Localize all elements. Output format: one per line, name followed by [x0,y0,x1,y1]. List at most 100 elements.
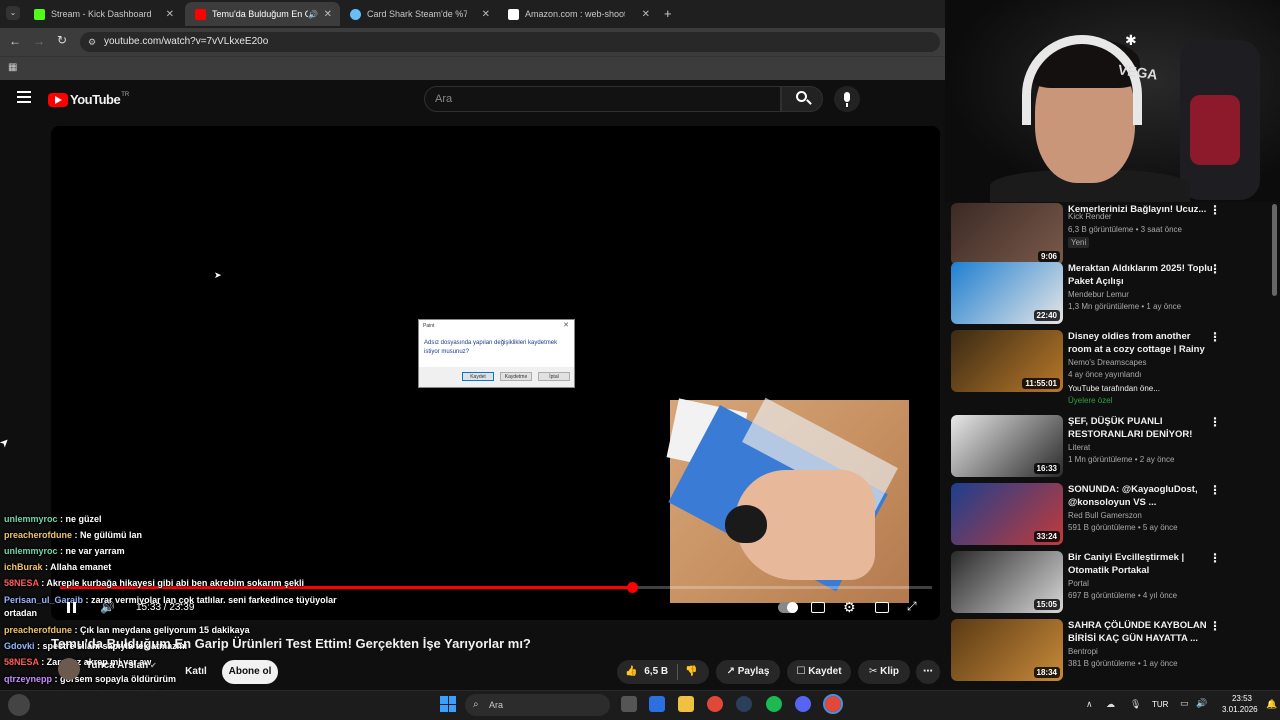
new-tab-button[interactable]: + [664,6,672,21]
video-title[interactable]: SAHRA ÇÖLÜNDE KAYBOLAN BİRİSİ KAÇ GÜN HA… [1068,619,1213,645]
video-thumbnail[interactable]: 15:05 [951,551,1063,613]
join-button[interactable]: Katıl [178,660,214,684]
recommended-video[interactable]: 18:34 SAHRA ÇÖLÜNDE KAYBOLAN BİRİSİ KAÇ G… [951,619,1280,683]
tab-kick-dashboard[interactable]: Stream - Kick Dashboard ✕ [24,2,182,26]
video-title[interactable]: Disney oldies from another room at a coz… [1068,330,1213,357]
more-options-icon[interactable]: ⋮ [1209,619,1221,633]
language-indicator[interactable]: TUR [1152,700,1168,709]
more-options-icon[interactable]: ⋮ [1209,483,1221,497]
apps-grid-icon[interactable]: ▦ [8,62,17,73]
theater-mode-icon[interactable] [875,602,889,613]
recommended-video[interactable]: 15:05 Bir Caniyi Evcilleştirmek | Otomati… [951,551,1280,615]
file-explorer-icon[interactable] [678,696,694,712]
dialog-dont-save-button[interactable]: Kaydetme [500,372,532,381]
dislike-icon[interactable]: 👎 [685,660,697,684]
chat-username[interactable]: qtrzeynepp [4,674,52,684]
mic-tray-icon[interactable]: 🎙 [1130,699,1141,710]
forward-icon[interactable]: → [33,34,45,48]
channel-name[interactable]: Tunca Arslan [86,660,148,671]
chrome-profile-icon[interactable] [823,694,843,714]
audio-playing-icon[interactable]: 🔊 [308,10,318,19]
site-info-icon[interactable]: ⚙ [88,32,96,52]
chat-username[interactable]: 58NESA [4,657,39,667]
close-tab-icon[interactable]: ✕ [482,9,490,20]
chat-username[interactable]: ichBurak [4,562,43,572]
onedrive-icon[interactable]: ☁ [1106,699,1115,710]
more-options-icon[interactable]: ⋮ [1209,262,1221,276]
video-title[interactable]: SONUNDA: @KayaogluDost, @konsoloyun VS .… [1068,483,1213,509]
more-options-icon[interactable]: ⋮ [1209,203,1221,217]
video-thumbnail[interactable]: 22:40 [951,262,1063,324]
recommended-video[interactable]: 11:55:01 Disney oldies from another room … [951,330,1280,405]
dialog-save-button[interactable]: Kaydet [462,372,494,381]
video-thumbnail[interactable]: 18:34 [951,619,1063,681]
chat-username[interactable]: preacherofdune [4,530,72,540]
volume-tray-icon[interactable]: 🔊 [1196,698,1207,709]
channel-avatar[interactable] [58,658,80,680]
recommended-video[interactable]: 22:40 Meraktan Aldıklarım 2025! Toplu Pak… [951,262,1280,326]
settings-icon[interactable]: ⚙ [843,599,856,616]
video-thumbnail[interactable]: 9:06 [951,203,1063,265]
close-tab-icon[interactable]: ✕ [642,9,650,20]
tab-amazon[interactable]: Amazon.com : web-shooters ✕ [498,2,658,26]
more-options-icon[interactable]: ⋮ [1209,330,1221,344]
close-tab-icon[interactable]: ✕ [166,9,174,20]
scrubber-handle[interactable] [627,582,639,593]
tab-youtube-video[interactable]: Temu'da Bulduğum En Gari 🔊 ✕ [185,2,340,26]
fullscreen-icon[interactable]: ⤢ [907,599,917,614]
channel-name[interactable]: Nemo's Dreamscapes [1068,358,1146,367]
network-icon[interactable]: ▭ [1180,698,1189,709]
clip-button[interactable]: ✂ Klip [858,660,910,684]
voice-search-button[interactable] [834,86,860,112]
channel-name[interactable]: Kick Render [1068,212,1112,221]
notification-icon[interactable]: 🔔 [1266,699,1277,710]
autoplay-toggle[interactable] [778,602,798,613]
steam-icon[interactable] [736,696,752,712]
more-options-icon[interactable]: ⋮ [1209,551,1221,565]
tab-search-button[interactable]: ⌄ [6,6,20,20]
more-options-icon[interactable]: ⋮ [1209,415,1221,429]
tab-card-shark-steam[interactable]: Card Shark Steam'de %70 İndi ✕ [340,2,498,26]
spotify-icon[interactable] [766,696,782,712]
more-actions-button[interactable]: ⋯ [916,660,940,684]
recommended-video[interactable]: 9:06 Kemerlerinizi Bağlayın! Ucuz... Kick … [951,203,1280,267]
channel-name[interactable]: Mendebur Lemur [1068,290,1129,299]
video-title[interactable]: ŞEF, DÜŞÜK PUANLI RESTORANLARI DENİYOR! [1068,415,1213,441]
store-icon[interactable] [649,696,665,712]
channel-name[interactable]: Red Bull Gamerszon [1068,511,1142,520]
menu-icon[interactable] [17,91,31,103]
pause-icon[interactable] [66,602,78,614]
close-tab-icon[interactable]: ✕ [324,9,332,20]
search-input[interactable]: Ara [424,86,781,112]
recommended-video[interactable]: 33:24 SONUNDA: @KayaogluDost, @konsoloyun… [951,483,1280,547]
share-button[interactable]: ↗ Paylaş [716,660,780,684]
address-bar[interactable]: ⚙ youtube.com/watch?v=7vVLkxeE20o [80,32,940,52]
video-thumbnail[interactable]: 33:24 [951,483,1063,545]
video-title[interactable]: Bir Caniyi Evcilleştirmek | Otomatik Por… [1068,551,1213,577]
search-button[interactable] [781,86,823,112]
clock[interactable]: 23:53 3.01.2026 [1222,693,1258,715]
chat-username[interactable]: Gdovki [4,641,35,651]
recommended-video[interactable]: 16:33 ŞEF, DÜŞÜK PUANLI RESTORANLARI DENİ… [951,415,1280,479]
reload-icon[interactable]: ↻ [57,33,67,47]
widgets-icon[interactable] [8,694,30,716]
channel-name[interactable]: Literat [1068,443,1090,452]
chat-username[interactable]: unlemmyroc [4,546,58,556]
start-icon[interactable] [440,696,456,712]
video-title[interactable]: Meraktan Aldıklarım 2025! Toplu Paket Aç… [1068,262,1213,288]
like-button[interactable]: 👍 6,5 B 👎 [617,660,709,684]
subtitles-icon[interactable] [811,602,825,613]
channel-name[interactable]: Bentropi [1068,647,1098,656]
save-button[interactable]: ☐ Kaydet [787,660,851,684]
volume-icon[interactable]: 🔊 [100,600,115,614]
back-icon[interactable]: ← [9,34,21,48]
video-thumbnail[interactable]: 11:55:01 [951,330,1063,392]
chevron-up-icon[interactable]: ∧ [1086,699,1093,710]
chat-username[interactable]: preacherofdune [4,625,72,635]
sidebar-scrollbar[interactable] [1272,204,1277,296]
subscribe-button[interactable]: Abone ol [222,660,278,684]
chat-username[interactable]: unlemmyroc [4,514,58,524]
discord-icon[interactable] [795,696,811,712]
dialog-cancel-button[interactable]: İptal [538,372,570,381]
chrome-icon[interactable] [707,696,723,712]
